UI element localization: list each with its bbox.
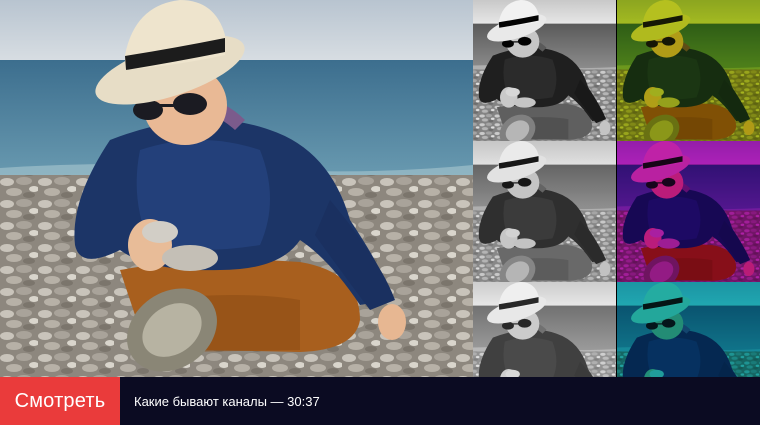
video-bottom-bar: Смотреть Какие бывают каналы — 30:37 (0, 377, 760, 425)
boy-on-beach-photo (0, 0, 473, 377)
thumb-yellow-green-channel (617, 0, 760, 141)
main-photo (0, 0, 473, 377)
thumb-grayscale-contrast (473, 0, 616, 141)
thumb-magenta-channel (617, 141, 760, 282)
video-caption[interactable]: Какие бывают каналы — 30:37 (134, 394, 320, 409)
thumb-grayscale-light (473, 282, 616, 377)
thumb-cyan-channel (617, 282, 760, 377)
video-preview[interactable] (0, 0, 760, 377)
watch-button[interactable]: Смотреть (0, 377, 120, 425)
thumb-grayscale-mid (473, 141, 616, 282)
